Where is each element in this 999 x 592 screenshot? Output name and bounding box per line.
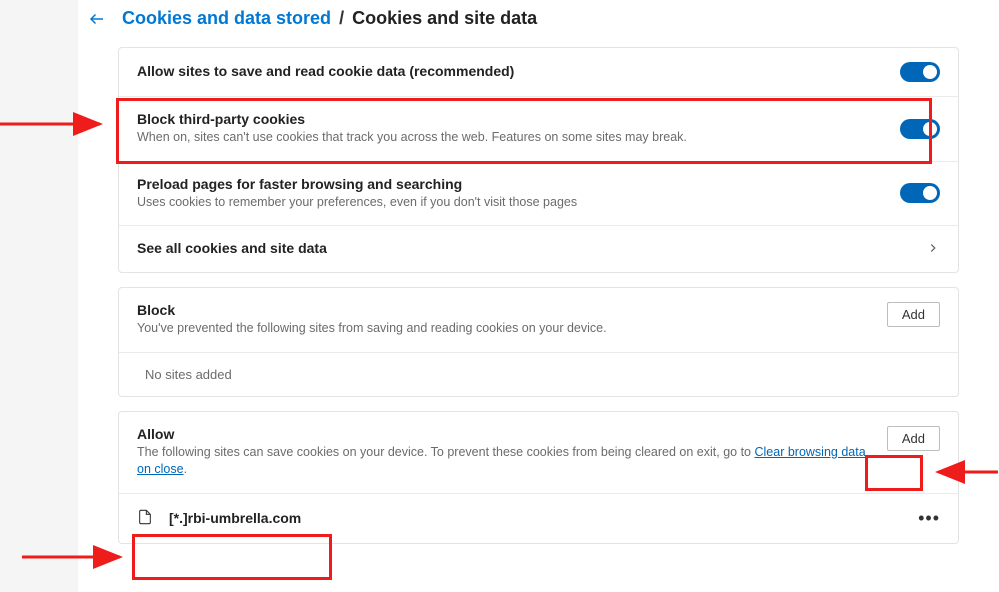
breadcrumb-current: Cookies and site data [352, 8, 537, 29]
back-arrow-icon[interactable] [88, 10, 106, 28]
block-title: Block [137, 302, 875, 318]
preload-title: Preload pages for faster browsing and se… [137, 176, 888, 192]
block-header-row: Block You've prevented the following sit… [119, 288, 958, 353]
allow-title: Allow [137, 426, 875, 442]
allow-save-row: Allow sites to save and read cookie data… [119, 48, 958, 97]
allow-desc-pre: The following sites can save cookies on … [137, 445, 754, 459]
file-icon [137, 508, 153, 529]
allow-site-domain: [*.]rbi-umbrella.com [169, 510, 301, 526]
allow-save-title: Allow sites to save and read cookie data… [137, 63, 888, 79]
preload-toggle[interactable] [900, 183, 940, 203]
block-add-button[interactable]: Add [887, 302, 940, 327]
block-desc: You've prevented the following sites fro… [137, 320, 875, 338]
block-third-party-row: Block third-party cookies When on, sites… [119, 97, 958, 162]
allow-header-row: Allow The following sites can save cooki… [119, 412, 958, 494]
block-third-toggle[interactable] [900, 119, 940, 139]
more-icon[interactable]: ••• [918, 508, 940, 529]
allow-save-toggle[interactable] [900, 62, 940, 82]
block-third-desc: When on, sites can't use cookies that tr… [137, 129, 888, 147]
see-all-row[interactable]: See all cookies and site data [119, 226, 958, 272]
block-card: Block You've prevented the following sit… [118, 287, 959, 397]
breadcrumb-sep: / [339, 8, 344, 29]
block-third-title: Block third-party cookies [137, 111, 888, 127]
allow-desc: The following sites can save cookies on … [137, 444, 875, 479]
allow-card: Allow The following sites can save cooki… [118, 411, 959, 544]
breadcrumb: Cookies and data stored / Cookies and si… [86, 8, 959, 29]
breadcrumb-link[interactable]: Cookies and data stored [122, 8, 331, 29]
allow-add-button[interactable]: Add [887, 426, 940, 451]
chevron-right-icon [926, 241, 940, 258]
cookie-settings-card: Allow sites to save and read cookie data… [118, 47, 959, 273]
see-all-title: See all cookies and site data [137, 240, 914, 256]
allow-desc-post: . [184, 462, 187, 476]
preload-row: Preload pages for faster browsing and se… [119, 162, 958, 227]
block-empty: No sites added [119, 353, 958, 396]
preload-desc: Uses cookies to remember your preference… [137, 194, 888, 212]
allow-site-row: [*.]rbi-umbrella.com ••• [119, 494, 958, 543]
